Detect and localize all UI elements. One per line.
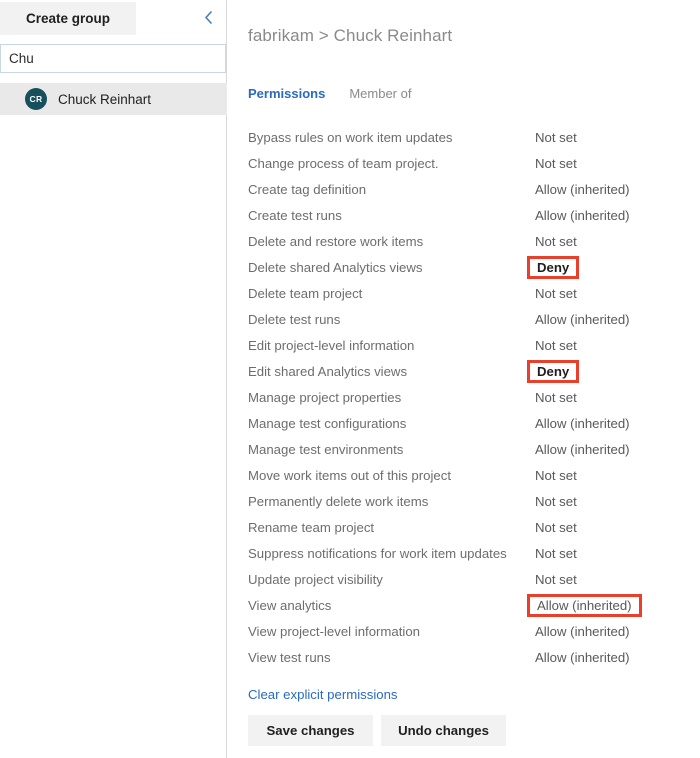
permission-label: Update project visibility (248, 571, 383, 587)
tab-bar: Permissions Member of (248, 86, 411, 101)
permission-row: Manage project properties Not set (228, 384, 700, 410)
permission-label: Bypass rules on work item updates (248, 129, 453, 145)
permission-value[interactable]: Allow (inherited) (535, 312, 630, 327)
tab-member-of[interactable]: Member of (349, 86, 411, 101)
permission-row: Update project visibility Not set (228, 566, 700, 592)
permission-value[interactable]: Not set (535, 520, 577, 535)
permission-value[interactable]: Not set (535, 156, 577, 171)
permission-row: View test runs Allow (inherited) (228, 644, 700, 670)
permission-row: View project-level information Allow (inh… (228, 618, 700, 644)
permission-label: Manage test environments (248, 441, 404, 457)
permission-label: View project-level information (248, 623, 421, 639)
permission-label: Edit project-level information (248, 337, 415, 353)
permission-value[interactable]: Allow (inherited) (535, 416, 630, 431)
permission-label: Create tag definition (248, 181, 367, 197)
permission-label: Delete team project (248, 285, 363, 301)
identity-sidebar: Create group CR Chuck Reinhart (0, 0, 227, 758)
permission-value[interactable]: Not set (535, 468, 577, 483)
permission-label: Manage test configurations (248, 415, 407, 431)
breadcrumb: fabrikam > Chuck Reinhart (248, 26, 453, 45)
permission-value[interactable]: Deny (527, 255, 580, 279)
permission-row: Manage test environments Allow (inherited… (228, 436, 700, 462)
permission-label: Edit shared Analytics views (248, 363, 408, 379)
permission-label: Permanently delete work items (248, 493, 429, 509)
clear-explicit-permissions-link[interactable]: Clear explicit permissions (248, 687, 398, 702)
sidebar-toolbar: Create group (0, 0, 227, 36)
permission-value[interactable]: Not set (535, 494, 577, 509)
permission-value[interactable]: Allow (inherited) (527, 593, 642, 617)
main-panel: fabrikam > Chuck Reinhart Permissions Me… (228, 0, 700, 758)
avatar: CR (25, 88, 47, 110)
permission-row: View analytics Allow (inherited) (228, 592, 700, 618)
permission-row: Edit shared Analytics views Deny (228, 358, 700, 384)
permission-value[interactable]: Allow (inherited) (535, 208, 630, 223)
permission-value[interactable]: Allow (inherited) (535, 182, 630, 197)
list-item[interactable]: CR Chuck Reinhart (0, 83, 227, 115)
permission-row: Manage test configurations Allow (inherit… (228, 410, 700, 436)
permission-value[interactable]: Not set (535, 130, 577, 145)
permission-value[interactable]: Allow (inherited) (535, 624, 630, 639)
search-container (0, 44, 227, 73)
action-button-row: Save changes Undo changes (248, 715, 506, 746)
permission-row: Delete test runs Allow (inherited) (228, 306, 700, 332)
permission-value[interactable]: Not set (535, 338, 577, 353)
permissions-list: Bypass rules on work item updates Not set… (228, 124, 700, 670)
permission-row: Delete and restore work items Not set (228, 228, 700, 254)
permission-label: Manage project properties (248, 389, 402, 405)
permission-row: Delete shared Analytics views Deny (228, 254, 700, 280)
permission-value[interactable]: Not set (535, 234, 577, 249)
permission-label: Suppress notifications for work item upd… (248, 545, 507, 561)
permission-row: Move work items out of this project Not s… (228, 462, 700, 488)
permission-row: Suppress notifications for work item upd… (228, 540, 700, 566)
permission-label: View test runs (248, 649, 331, 665)
permission-label: Delete and restore work items (248, 233, 424, 249)
undo-changes-button[interactable]: Undo changes (381, 715, 506, 746)
permission-value[interactable]: Not set (535, 390, 577, 405)
permission-value[interactable]: Not set (535, 286, 577, 301)
search-input[interactable] (0, 44, 226, 73)
result-name: Chuck Reinhart (58, 91, 152, 107)
create-group-button[interactable]: Create group (0, 2, 136, 35)
permission-value[interactable]: Deny (527, 359, 580, 383)
permissions-page: Create group CR Chuck Reinhart fabrikam … (0, 0, 700, 758)
permission-label: View analytics (248, 597, 332, 613)
permission-row: Delete team project Not set (228, 280, 700, 306)
permission-row: Create tag definition Allow (inherited) (228, 176, 700, 202)
permission-label: Delete shared Analytics views (248, 259, 423, 275)
permission-row: Change process of team project. Not set (228, 150, 700, 176)
tab-permissions[interactable]: Permissions (248, 86, 325, 101)
permission-row: Bypass rules on work item updates Not set (228, 124, 700, 150)
permission-label: Change process of team project. (248, 155, 439, 171)
permission-row: Permanently delete work items Not set (228, 488, 700, 514)
permission-row: Create test runs Allow (inherited) (228, 202, 700, 228)
permission-label: Delete test runs (248, 311, 341, 327)
permission-label: Rename team project (248, 519, 375, 535)
save-changes-button[interactable]: Save changes (248, 715, 373, 746)
permission-value[interactable]: Not set (535, 572, 577, 587)
permission-label: Move work items out of this project (248, 467, 452, 483)
permission-value[interactable]: Allow (inherited) (535, 442, 630, 457)
collapse-panel-button[interactable] (197, 6, 219, 28)
permission-label: Create test runs (248, 207, 342, 223)
permission-value[interactable]: Allow (inherited) (535, 650, 630, 665)
permission-row: Edit project-level information Not set (228, 332, 700, 358)
permission-row: Rename team project Not set (228, 514, 700, 540)
chevron-left-icon (204, 10, 213, 24)
permission-value[interactable]: Not set (535, 546, 577, 561)
